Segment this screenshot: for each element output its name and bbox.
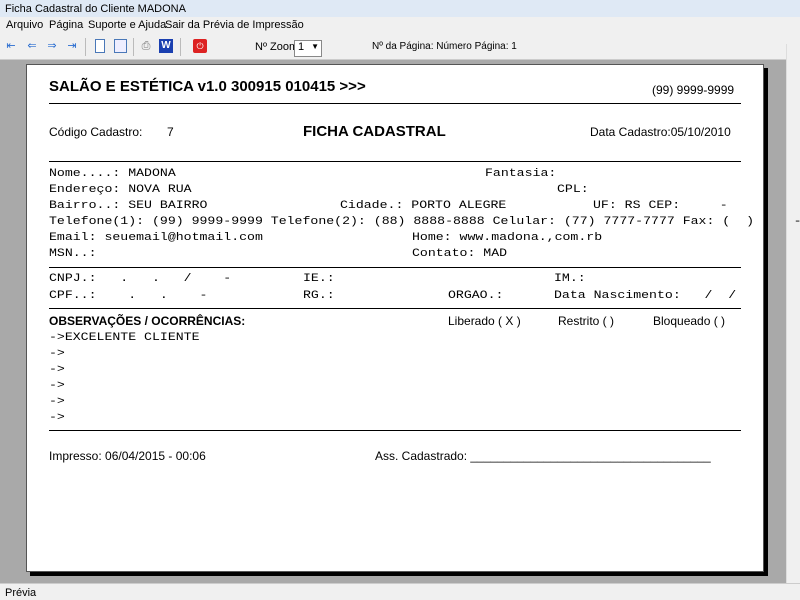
field-im: IM.: (554, 273, 586, 285)
scrollbar[interactable] (786, 44, 800, 583)
zoom-label: Nº Zoom (255, 41, 299, 53)
zoom-value: 1 (298, 41, 305, 53)
field-cnpj: CNPJ.: . . / - (49, 273, 232, 285)
obs-title: OBSERVAÇÕES / OCORRÊNCIAS: (49, 314, 246, 328)
obs-line: -> (49, 380, 65, 392)
field-msn: MSN..: (49, 248, 97, 260)
window-title: Ficha Cadastral do Cliente MADONA (0, 0, 800, 17)
obs-line: ->EXCELENTE CLIENTE (49, 332, 200, 344)
single-page-icon[interactable] (95, 39, 105, 53)
impresso: Impresso: 06/04/2015 - 00:06 (49, 449, 206, 463)
field-orgao: ORGAO.: (448, 290, 504, 302)
field-bairro: Bairro..: SEU BAIRRO (49, 200, 208, 212)
print-icon[interactable]: ⎙ (139, 39, 153, 53)
first-page-icon[interactable]: ⇤ (4, 39, 18, 53)
word-export-icon[interactable]: W (159, 39, 173, 53)
status-restrito: Restrito ( ) (558, 314, 615, 328)
obs-line: -> (49, 364, 65, 376)
two-pages-icon[interactable] (114, 39, 127, 53)
toolbar: ⇤ ⇐ ⇒ ⇥ ⎙ W ⏻ Nº Zoom 1 ▼ Nº da Página: N… (0, 34, 800, 60)
status-liberado: Liberado ( X ) (448, 314, 521, 328)
obs-line: -> (49, 348, 65, 360)
field-nome: Nome....: MADONA (49, 168, 176, 180)
data-cadastro: Data Cadastro:05/10/2010 (590, 125, 731, 139)
assinatura: Ass. Cadastrado: _______________________… (375, 449, 711, 463)
last-page-icon[interactable]: ⇥ (65, 39, 79, 53)
field-cpf: CPF..: . . - (49, 290, 208, 302)
menu-sair-previa[interactable]: Sair da Prévia de Impressão (165, 19, 304, 31)
report-title: FICHA CADASTRAL (303, 123, 446, 140)
chevron-down-icon: ▼ (311, 42, 319, 51)
next-page-icon[interactable]: ⇒ (45, 39, 59, 53)
field-home: Home: www.madona.,com.rb (412, 232, 603, 244)
status-bar: Prévia (0, 583, 800, 600)
field-cidade: Cidade.: PORTO ALEGRE (340, 200, 507, 212)
field-rg: RG.: (303, 290, 335, 302)
field-cpl: CPL: (557, 184, 589, 196)
codigo-value: 7 (167, 125, 174, 139)
field-endereco: Endereço: NOVA RUA (49, 184, 192, 196)
field-telefones: Telefone(1): (99) 9999-9999 Telefone(2):… (49, 216, 800, 228)
menu-arquivo[interactable]: Arquivo (6, 19, 43, 31)
obs-line: -> (49, 412, 65, 424)
codigo-label: Código Cadastro: (49, 125, 143, 139)
field-uf-cep: UF: RS CEP: - (593, 200, 728, 212)
field-fantasia: Fantasia: (485, 168, 557, 180)
field-nascimento: Data Nascimento: / / (554, 290, 737, 302)
page-number: Nº da Página: Número Página: 1 (372, 41, 517, 52)
prev-page-icon[interactable]: ⇐ (25, 39, 39, 53)
status-bloqueado: Bloqueado ( ) (653, 314, 726, 328)
company-name: SALÃO E ESTÉTICA v1.0 300915 010415 >>> (49, 78, 366, 95)
menu-bar: Arquivo Página Suporte e Ajuda Sair da P… (0, 17, 800, 34)
field-email: Email: seuemail@hotmail.com (49, 232, 263, 244)
menu-suporte[interactable]: Suporte e Ajuda (88, 19, 166, 31)
close-preview-icon[interactable]: ⏻ (193, 39, 207, 53)
company-phone: (99) 9999-9999 (652, 83, 735, 97)
zoom-select[interactable]: 1 ▼ (294, 40, 322, 57)
field-ie: IE.: (303, 273, 335, 285)
menu-pagina[interactable]: Página (49, 19, 83, 31)
obs-line: -> (49, 396, 65, 408)
field-contato: Contato: MAD (412, 248, 508, 260)
